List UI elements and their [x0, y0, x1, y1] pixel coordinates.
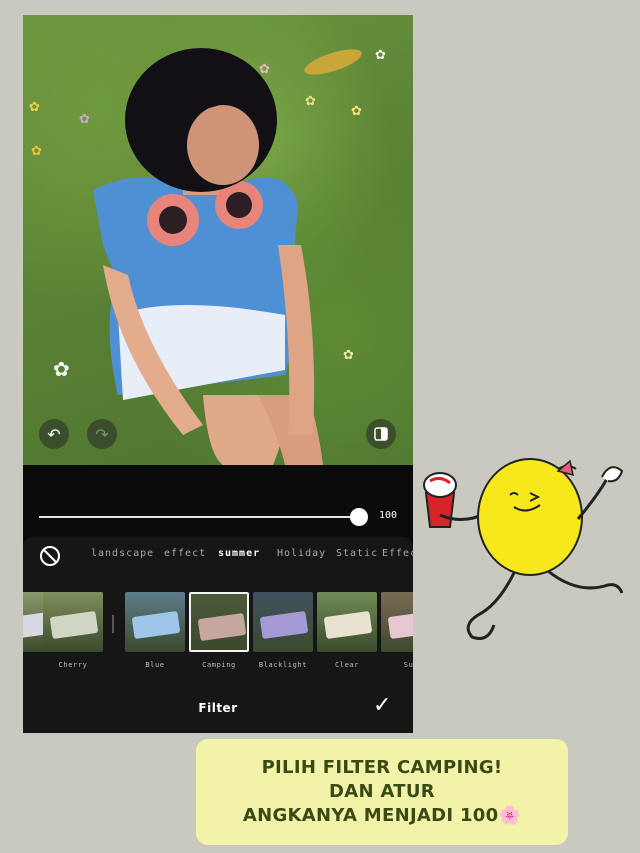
filter-label: Camping [202, 661, 236, 669]
instruction-caption: PILIH FILTER CAMPING! DAN ATUR ANGKANYA … [196, 739, 568, 845]
photo-preview: ✿ ✿ ✿ ✿ ✿ ✿ ✿ ✿ ✿ ↶ ↷ [23, 15, 413, 465]
bottom-bar: Filter ✓ [23, 675, 413, 733]
intensity-value: 100 [379, 510, 398, 521]
filter-label: Blacklight [258, 661, 308, 669]
thumbnail-blanket [49, 610, 99, 640]
redo-button[interactable]: ↷ [87, 419, 117, 449]
tab-summer[interactable]: summer [218, 548, 260, 559]
caption-line-2: DAN ATUR [329, 781, 435, 802]
filter-label: Blue [145, 661, 165, 669]
checkmark-icon[interactable]: ✓ [373, 695, 391, 717]
filter-label: Clear [334, 661, 360, 669]
redo-icon: ↷ [95, 424, 109, 444]
tab-landscape[interactable]: landscape [91, 548, 154, 559]
caption-line-1: PILIH FILTER CAMPING! [261, 757, 503, 778]
photo-editor-screen: ✿ ✿ ✿ ✿ ✿ ✿ ✿ ✿ ✿ ↶ ↷ 100 landscape effe… [23, 15, 413, 733]
thumbnail-blanket [131, 610, 181, 640]
filter-label: Sun [403, 661, 413, 669]
compare-button[interactable] [366, 419, 396, 449]
girl-figure [93, 48, 323, 465]
compare-icon [374, 427, 388, 441]
intensity-slider-thumb[interactable] [350, 508, 368, 526]
filter-label: Cherry [58, 661, 88, 669]
undo-button[interactable]: ↶ [39, 419, 69, 449]
filter-thumbnail-sun[interactable] [381, 592, 413, 652]
tab-effect-2[interactable]: Effect [382, 548, 413, 559]
filter-category-tabs: landscape effect summer Holiday Static E… [23, 537, 413, 575]
filter-thumbnail-cherry[interactable] [43, 592, 103, 652]
intensity-slider-track[interactable] [39, 516, 359, 518]
filter-thumbnail-clear[interactable] [317, 592, 377, 652]
intensity-slider-row: 100 [23, 465, 413, 545]
thumbnail-blanket [323, 610, 373, 640]
tab-effect[interactable]: effect [164, 548, 206, 559]
tab-static[interactable]: Static [336, 548, 378, 559]
lemon-mascot-sticker [423, 458, 624, 640]
filter-thumbnail-list: Cherry Blue Camping Blacklight Clear Sun [23, 575, 413, 675]
no-filter-icon[interactable] [40, 546, 60, 566]
thumbnail-blanket [387, 610, 413, 640]
filter-group-divider [112, 615, 114, 633]
panel-title: Filter [198, 701, 238, 715]
filter-thumbnail-blacklight[interactable] [253, 592, 313, 652]
filter-thumbnail-camping[interactable] [189, 592, 249, 652]
filter-thumbnail-blue[interactable] [125, 592, 185, 652]
undo-icon: ↶ [47, 424, 61, 444]
tab-holiday[interactable]: Holiday [277, 548, 326, 559]
thumbnail-blanket [259, 610, 309, 640]
thumbnail-blanket [197, 612, 247, 642]
caption-line-3: ANGKANYA MENJADI 100🌸 [242, 805, 522, 826]
